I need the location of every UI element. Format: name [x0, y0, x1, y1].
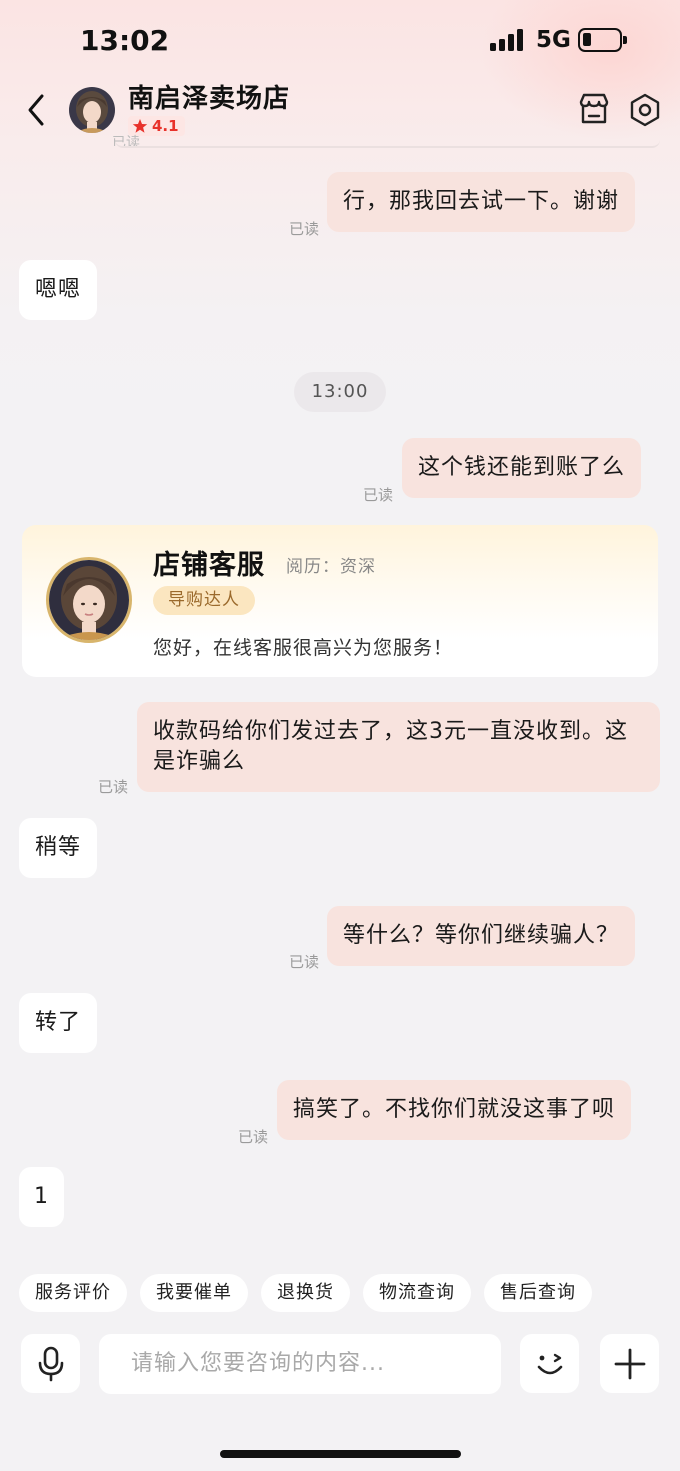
wink-face-icon — [537, 1353, 562, 1374]
settings-button[interactable] — [627, 92, 663, 128]
quick-action-return-exchange[interactable]: 退换货 — [261, 1274, 350, 1312]
portrait-icon — [69, 87, 115, 133]
plus-icon — [614, 1348, 645, 1379]
time-divider: 13:00 — [294, 372, 386, 412]
emoji-button[interactable] — [520, 1334, 579, 1393]
message-composer: 请输入您要咨询的内容... — [0, 1334, 680, 1394]
message-bubble-outgoing[interactable]: 这个钱还能到账了么 — [402, 438, 642, 498]
previous-message-edge — [115, 140, 660, 148]
previous-read-receipt: 已读 — [112, 135, 140, 146]
message-bubble-outgoing[interactable]: 搞笑了。不找你们就没这事了呗 — [277, 1080, 632, 1140]
message-bubble-outgoing[interactable]: 收款码给你们发过去了，这3元一直没收到。这是诈骗么 — [137, 702, 660, 792]
quick-action-bar: 服务评价 我要催单 退换货 物流查询 售后查询 — [19, 1274, 592, 1312]
store-icon — [579, 93, 609, 124]
read-receipt: 已读 — [238, 1128, 269, 1146]
back-button[interactable] — [22, 90, 52, 130]
message-bubble-incoming[interactable]: 稍等 — [19, 818, 98, 878]
read-receipt: 已读 — [289, 953, 320, 971]
quick-action-rate-service[interactable]: 服务评价 — [19, 1274, 127, 1312]
microphone-icon — [38, 1346, 63, 1381]
agent-experience: 阅历：资深 — [286, 557, 376, 577]
message-bubble-incoming[interactable]: 1 — [19, 1167, 64, 1227]
agent-badge: 导购达人 — [153, 586, 255, 615]
voice-button[interactable] — [21, 1334, 80, 1393]
agent-greeting: 您好，在线客服很高兴为您服务！ — [153, 637, 454, 659]
rating-value: 4.1 — [152, 117, 179, 135]
read-receipt: 已读 — [289, 220, 320, 238]
status-bar: 13:02 5G — [0, 0, 680, 80]
message-bubble-incoming[interactable]: 转了 — [19, 993, 98, 1053]
shop-avatar[interactable] — [69, 87, 115, 133]
quick-action-after-sales[interactable]: 售后查询 — [484, 1274, 592, 1312]
read-receipt: 已读 — [98, 778, 129, 796]
hexagon-settings-icon — [630, 93, 660, 127]
battery-icon — [578, 28, 627, 52]
home-indicator[interactable] — [220, 1450, 461, 1458]
portrait-icon — [49, 560, 129, 640]
message-bubble-outgoing[interactable]: 行，那我回去试一下。谢谢 — [327, 172, 636, 232]
agent-avatar[interactable] — [46, 557, 132, 643]
more-button[interactable] — [600, 1334, 659, 1393]
message-bubble-incoming[interactable]: 嗯嗯 — [19, 260, 98, 320]
message-input[interactable]: 请输入您要咨询的内容... — [99, 1334, 501, 1394]
service-agent-card[interactable]: 店铺客服 阅历：资深 导购达人 您好，在线客服很高兴为您服务！ — [22, 525, 658, 677]
store-button[interactable] — [577, 92, 611, 126]
signal-strength-icon — [490, 29, 524, 51]
shop-name: 南启泽卖场店 — [128, 84, 291, 114]
quick-action-logistics[interactable]: 物流查询 — [363, 1274, 471, 1312]
chevron-left-icon — [28, 94, 44, 126]
chat-header: 南启泽卖场店 4.1 — [0, 76, 680, 146]
message-bubble-outgoing[interactable]: 等什么？等你们继续骗人？ — [327, 906, 636, 966]
network-type: 5G — [536, 27, 571, 53]
quick-action-urge-order[interactable]: 我要催单 — [140, 1274, 248, 1312]
agent-name: 店铺客服 — [153, 550, 265, 581]
read-receipt: 已读 — [363, 486, 394, 504]
status-time: 13:02 — [80, 24, 170, 57]
